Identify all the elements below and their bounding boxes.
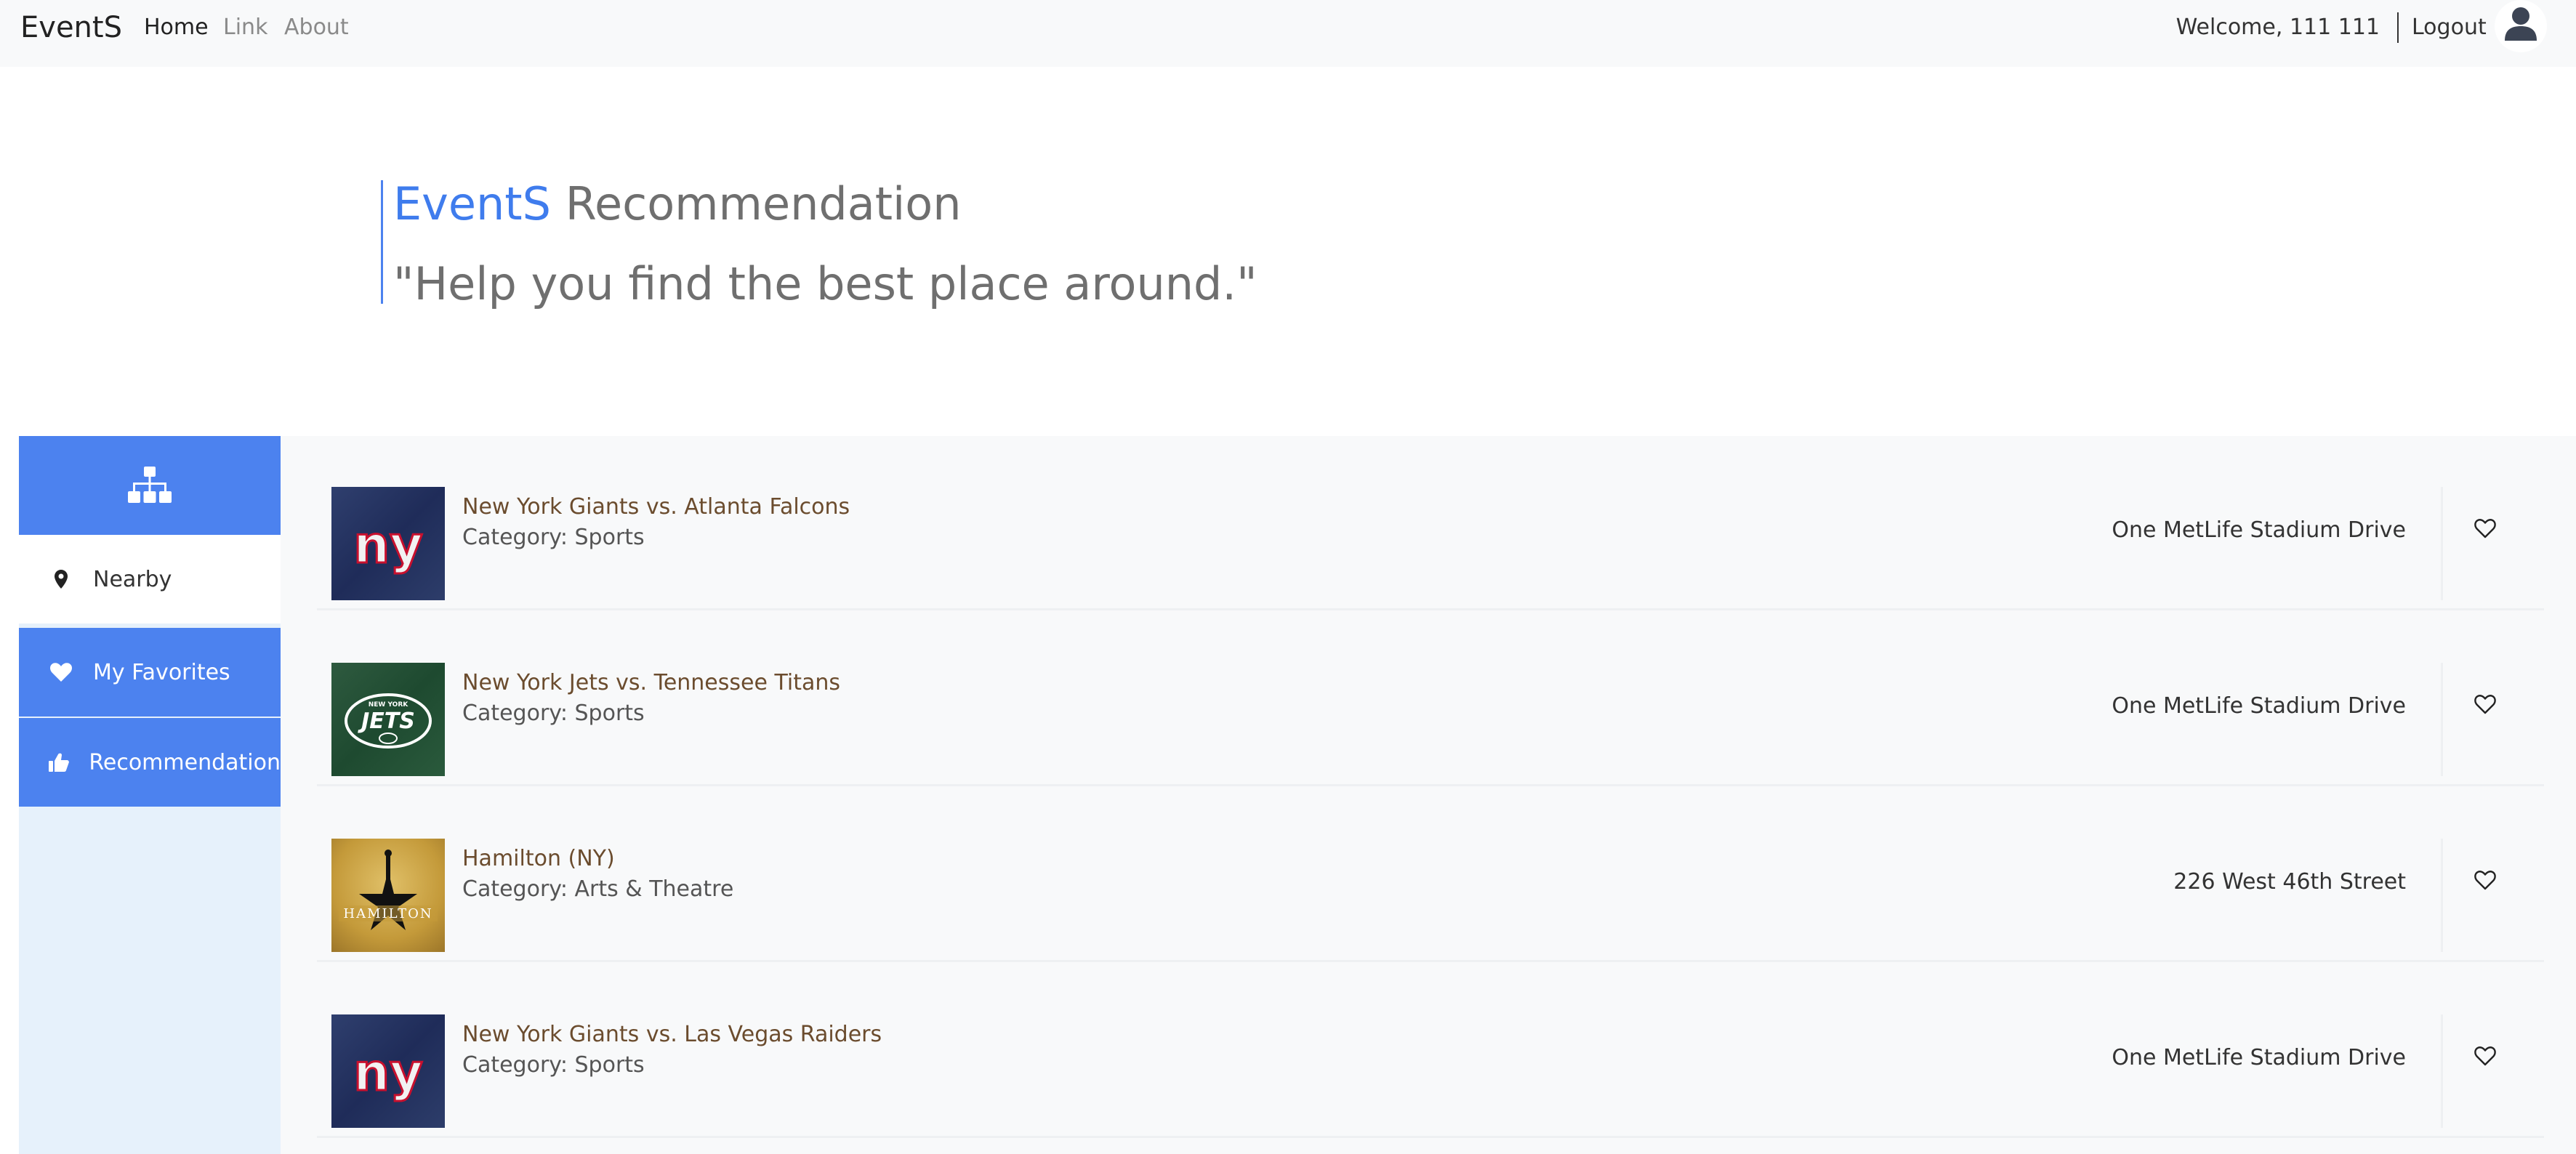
event-name[interactable]: New York Giants vs. Las Vegas Raiders — [462, 1022, 882, 1047]
event-item[interactable]: NEW YORK JETS New York Jets vs. Tennesse… — [317, 612, 2544, 786]
sidebar-header — [19, 436, 281, 535]
svg-text:HAMILTON: HAMILTON — [343, 906, 432, 921]
heart-outline-icon — [2474, 519, 2496, 538]
hero-banner: EventS Recommendation "Help you find the… — [381, 180, 1257, 310]
event-image-giants[interactable]: ny — [331, 487, 445, 600]
event-category: Category: Arts & Theatre — [462, 876, 734, 902]
heart-outline-icon — [2474, 695, 2496, 714]
page-title: EventS Recommendation — [393, 182, 1257, 227]
event-address: One MetLife Stadium Drive — [2112, 693, 2406, 719]
hero-brand: EventS — [393, 177, 551, 230]
map-marker-icon — [47, 565, 76, 594]
user-icon — [2505, 7, 2537, 41]
event-item[interactable]: ny New York Giants vs. Atlanta Falcons C… — [317, 436, 2544, 610]
heart-outline-icon — [2474, 871, 2496, 890]
event-name[interactable]: New York Giants vs. Atlanta Falcons — [462, 494, 850, 520]
event-item[interactable]: ny New York Giants vs. Las Vegas Raiders… — [317, 964, 2544, 1138]
sitemap-icon — [128, 467, 172, 503]
welcome-text: Welcome, 111 111 — [2175, 15, 2380, 40]
user-avatar[interactable] — [2495, 0, 2547, 52]
sidebar-item-label: My Favorites — [93, 659, 230, 685]
top-navbar: EventS Home Link About Welcome, 111 111 … — [0, 0, 2576, 67]
event-address: One MetLife Stadium Drive — [2112, 517, 2406, 543]
sidebar-item-label: Nearby — [93, 566, 172, 592]
nav-link-home[interactable]: Home — [144, 0, 209, 55]
row-divider — [2441, 487, 2443, 600]
navbar-divider — [2397, 12, 2399, 43]
favorite-button[interactable] — [2474, 1046, 2503, 1073]
event-image-jets[interactable]: NEW YORK JETS — [331, 663, 445, 776]
event-list: ny New York Giants vs. Atlanta Falcons C… — [281, 436, 2576, 1154]
heart-icon — [47, 658, 76, 687]
sidebar-item-recommendation[interactable]: Recommendation — [19, 718, 281, 807]
svg-text:NEW YORK: NEW YORK — [369, 701, 409, 709]
event-image-giants[interactable]: ny — [331, 1014, 445, 1128]
row-divider — [2441, 839, 2443, 952]
favorite-button[interactable] — [2474, 871, 2503, 897]
event-category: Category: Sports — [462, 701, 645, 726]
event-category: Category: Sports — [462, 1052, 645, 1078]
row-divider — [2441, 663, 2443, 776]
thumbs-up-icon — [47, 748, 71, 777]
row-divider — [2441, 1014, 2443, 1128]
event-category: Category: Sports — [462, 525, 645, 550]
svg-text:ny: ny — [353, 1043, 422, 1102]
nav-link-link[interactable]: Link — [223, 0, 267, 55]
heart-outline-icon — [2474, 1046, 2496, 1066]
sidebar-item-label: Recommendation — [89, 749, 281, 775]
favorite-button[interactable] — [2474, 695, 2503, 721]
svg-text:ny: ny — [353, 515, 422, 575]
navbar-brand[interactable]: EventS — [20, 0, 122, 55]
nav-link-about[interactable]: About — [284, 0, 349, 55]
hero-title-rest: Recommendation — [550, 177, 962, 230]
sidebar-item-nearby[interactable]: Nearby — [19, 535, 281, 624]
favorite-button[interactable] — [2474, 519, 2503, 545]
event-address: 226 West 46th Street — [2173, 869, 2406, 895]
event-name[interactable]: New York Jets vs. Tennessee Titans — [462, 670, 840, 695]
sidebar-item-my-favorites[interactable]: My Favorites — [19, 628, 281, 717]
hero-subtitle: "Help you find the best place around." — [393, 257, 1257, 310]
event-image-hamilton[interactable]: HAMILTON — [331, 839, 445, 952]
event-name[interactable]: Hamilton (NY) — [462, 846, 615, 871]
logout-link[interactable]: Logout — [2412, 0, 2487, 55]
event-item[interactable]: HAMILTON Hamilton (NY) Category: Arts & … — [317, 788, 2544, 962]
event-address: One MetLife Stadium Drive — [2112, 1045, 2406, 1070]
svg-text:JETS: JETS — [358, 709, 415, 734]
sidebar: Nearby My Favorites Recommendation — [19, 436, 281, 1154]
